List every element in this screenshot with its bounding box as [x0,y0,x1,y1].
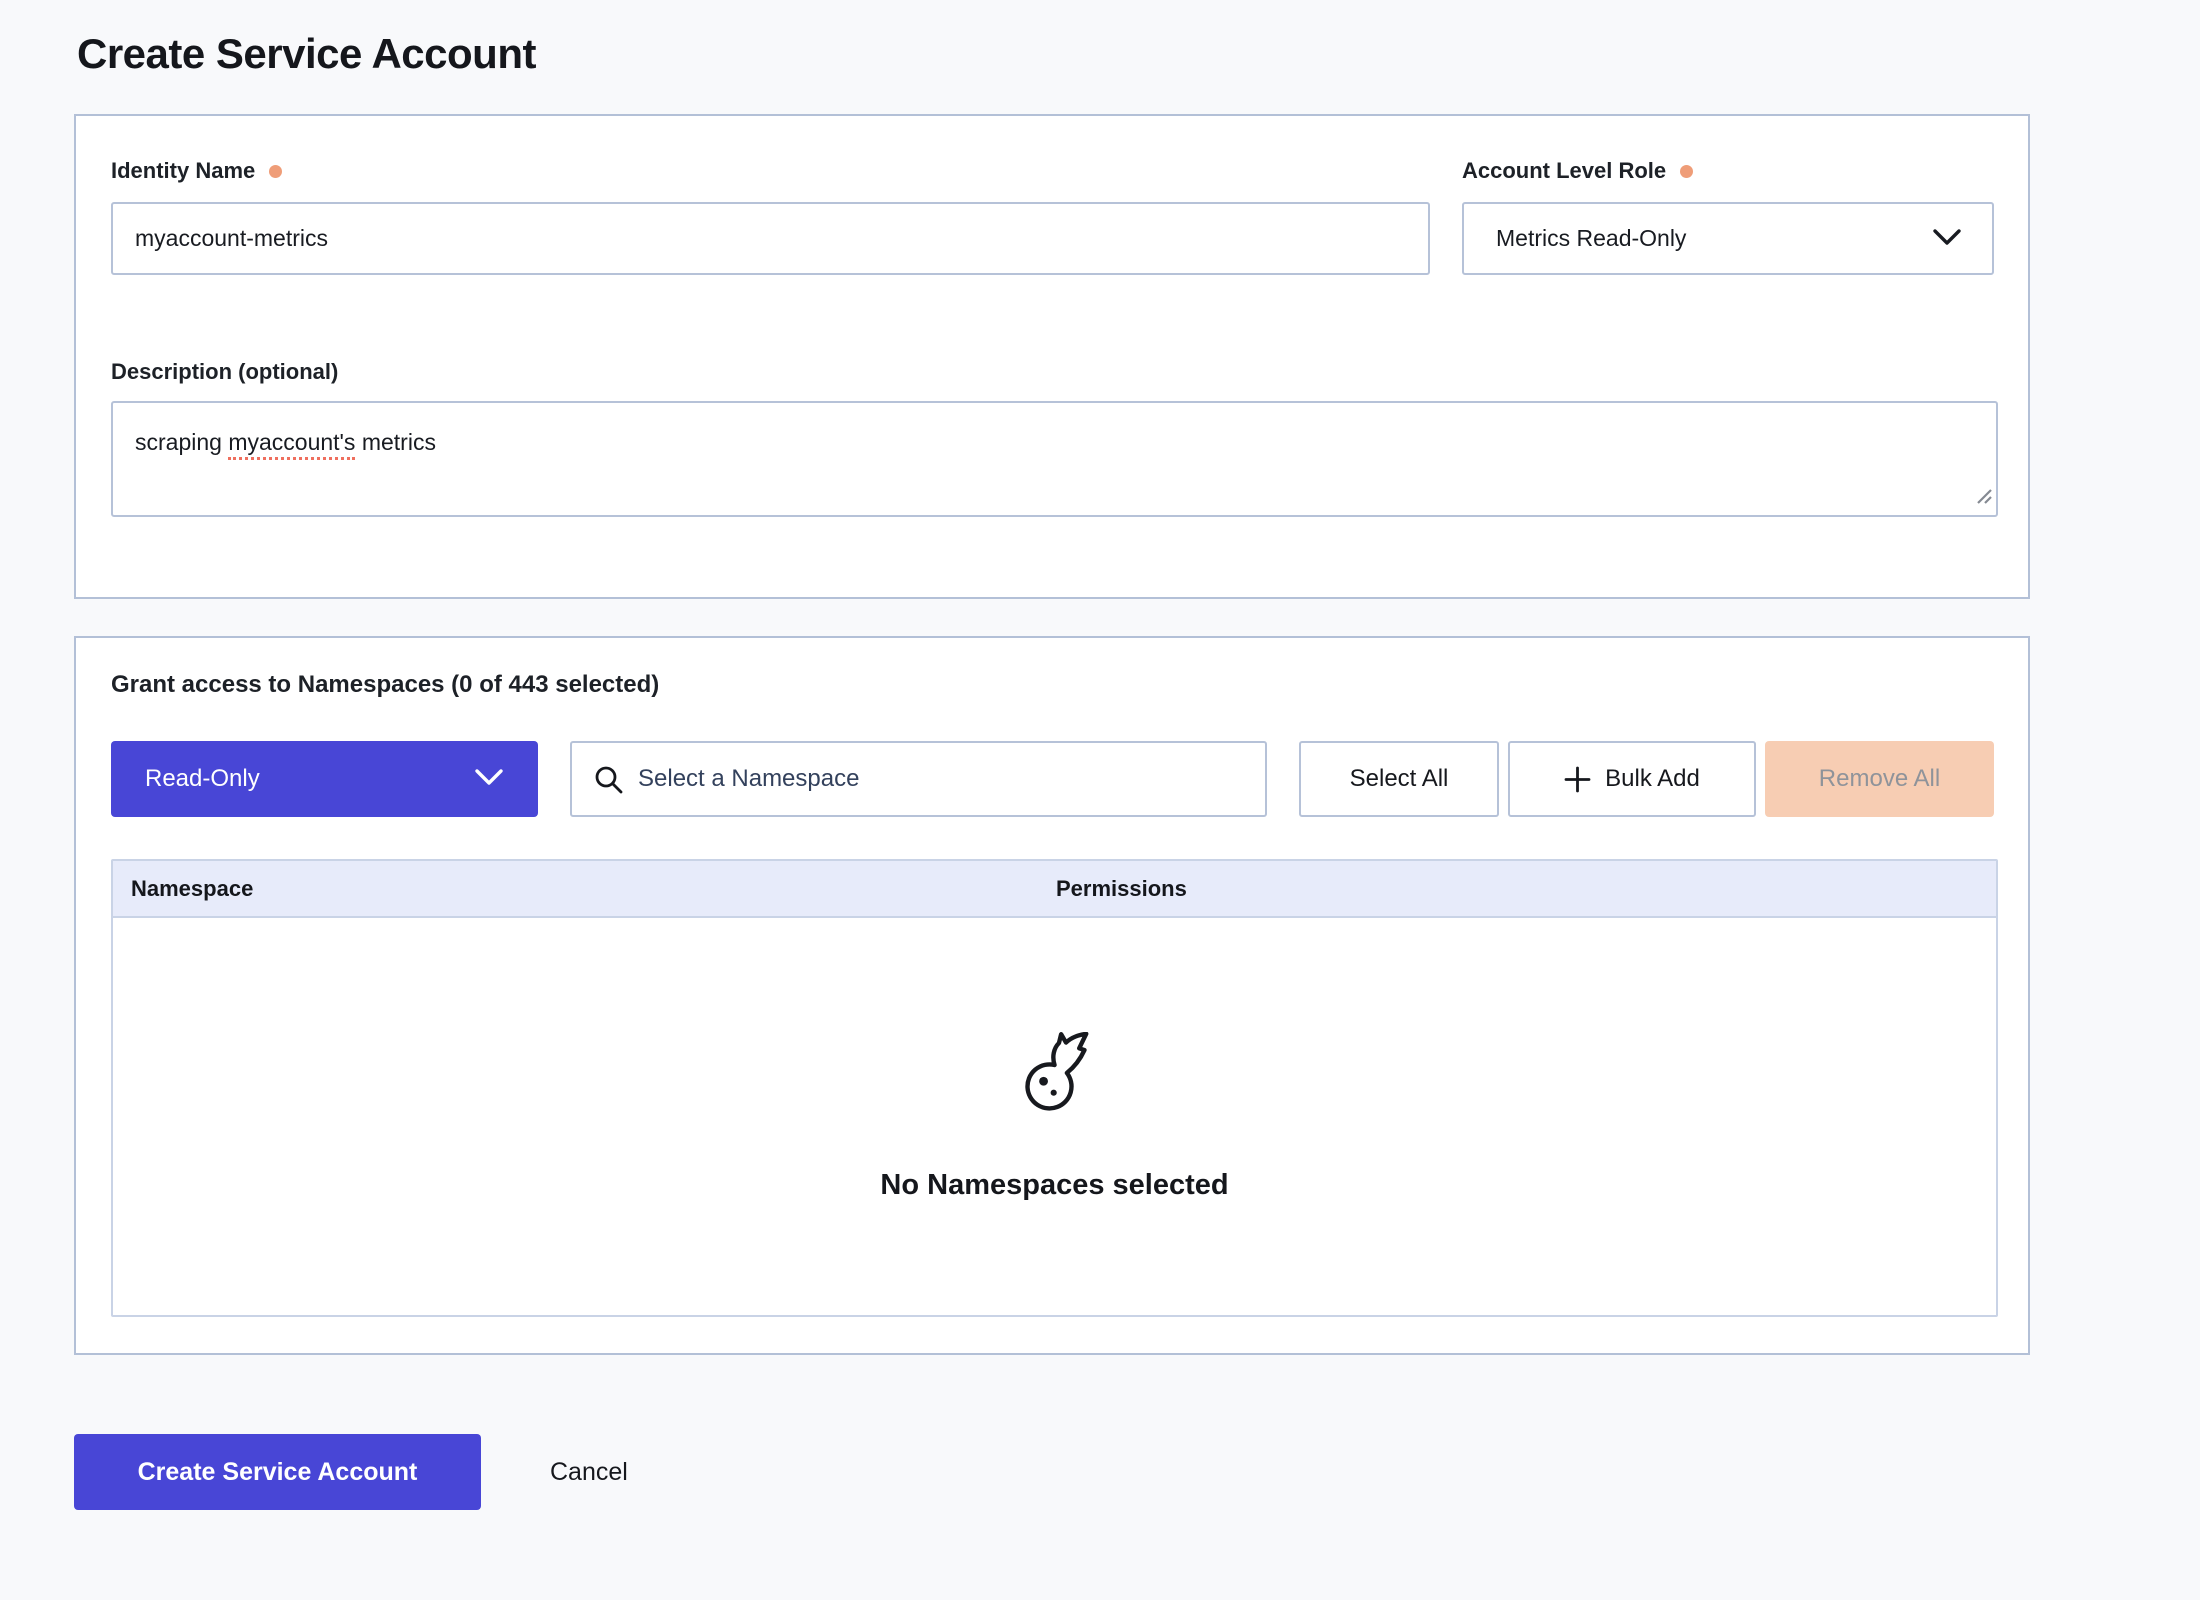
cancel-button[interactable]: Cancel [550,1458,628,1487]
identity-name-input[interactable] [111,202,1430,275]
account-level-role-label-text: Account Level Role [1462,156,1666,186]
permission-dropdown-value: Read-Only [145,765,260,793]
create-service-account-label: Create Service Account [138,1458,418,1486]
select-all-button[interactable]: Select All [1299,741,1499,817]
description-text-suffix: metrics [355,429,436,455]
identity-name-label-text: Identity Name [111,156,255,186]
chevron-down-icon [474,765,504,793]
remove-all-button[interactable]: Remove All [1765,741,1994,817]
bulk-add-button[interactable]: Bulk Add [1508,741,1756,817]
namespaces-controls: Read-Only Select All [111,741,1994,817]
footer-actions: Create Service Account Cancel [74,1434,2200,1510]
cancel-label: Cancel [550,1458,628,1486]
namespaces-table-body: No Namespaces selected [113,918,1996,1315]
description-textarea[interactable]: scraping myaccount's metrics [111,401,1998,517]
remove-all-label: Remove All [1819,765,1940,793]
account-level-role-label: Account Level Role [1462,156,1693,186]
permission-dropdown[interactable]: Read-Only [111,741,538,817]
empty-state-message: No Namespaces selected [880,1169,1228,1202]
account-level-role-select[interactable]: Metrics Read-Only [1462,202,1994,275]
account-level-role-value: Metrics Read-Only [1496,225,1686,252]
column-header-namespace: Namespace [113,876,1056,902]
resize-handle-icon[interactable] [1973,482,1993,512]
column-header-permissions: Permissions [1056,876,1996,902]
empty-state: No Namespaces selected [880,1032,1228,1202]
identity-card: Identity Name Account Level Role Metrics… [74,114,2030,599]
required-dot-icon [269,165,282,178]
namespace-search [570,741,1267,817]
description-label: Description (optional) [111,357,1994,387]
bulk-add-label: Bulk Add [1605,765,1700,793]
description-text-prefix: scraping [135,429,228,455]
page-title: Create Service Account [77,30,2200,78]
comet-icon [1011,1032,1099,1125]
select-all-label: Select All [1350,765,1449,793]
identity-name-label: Identity Name [111,156,282,186]
namespaces-table: Namespace Permissions No Namespaces sele… [111,859,1998,1317]
create-service-account-button[interactable]: Create Service Account [74,1434,481,1510]
namespace-search-input[interactable] [570,741,1267,817]
required-dot-icon [1680,165,1693,178]
namespaces-card: Grant access to Namespaces (0 of 443 sel… [74,636,2030,1355]
namespaces-table-header: Namespace Permissions [113,861,1996,918]
chevron-down-icon [1932,225,1962,252]
namespaces-heading: Grant access to Namespaces (0 of 443 sel… [111,670,1994,700]
plus-icon [1564,766,1591,793]
description-text-misspelled: myaccount's [228,429,355,460]
